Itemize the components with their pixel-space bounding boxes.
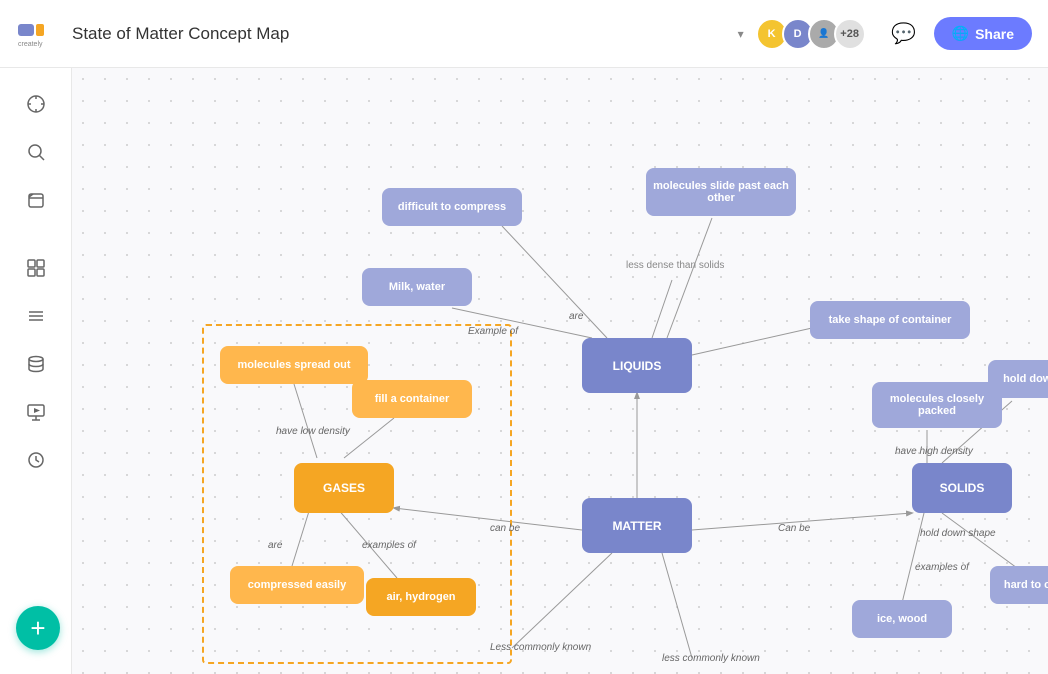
concept-map-canvas[interactable]: MATTER LIQUIDS GASES SOLIDS difficult to… xyxy=(72,68,1048,674)
sidebar-item-search[interactable] xyxy=(16,132,56,172)
sidebar-item-layers[interactable] xyxy=(16,296,56,336)
edge-label-high-density: have high density xyxy=(895,446,973,457)
node-air-hydrogen[interactable]: air, hydrogen xyxy=(366,578,476,616)
edge-label-less-dense: less dense than solids xyxy=(626,260,724,271)
node-difficult-compress[interactable]: difficult to compress xyxy=(382,188,522,226)
header: creately State of Matter Concept Map ▾ K… xyxy=(0,0,1048,68)
node-molecules-spread[interactable]: molecules spread out xyxy=(220,346,368,384)
chat-button[interactable]: 💬 xyxy=(886,16,922,52)
edge-label-example-of: Example of xyxy=(468,326,518,337)
edge-label-less-commonly-2: less commonly known xyxy=(662,653,760,664)
edge-label-can-be-right: Can be xyxy=(778,523,810,534)
edge-label-examples-of-2: examples of xyxy=(915,562,969,573)
sidebar xyxy=(0,68,72,674)
title-dropdown-arrow[interactable]: ▾ xyxy=(738,27,744,41)
sidebar-item-present[interactable] xyxy=(16,392,56,432)
edge-label-are-1: are xyxy=(569,311,583,322)
node-solids[interactable]: SOLIDS xyxy=(912,463,1012,513)
avatar-overflow-count: +28 xyxy=(834,18,866,50)
node-molecules-slide[interactable]: molecules slide past each other xyxy=(646,168,796,216)
edge-label-can-be-left: can be xyxy=(490,523,520,534)
share-label: Share xyxy=(975,26,1014,42)
edge-label-examples-of-1: examples of xyxy=(362,540,416,551)
sidebar-item-history[interactable] xyxy=(16,440,56,480)
node-fill-container[interactable]: fill a container xyxy=(352,380,472,418)
sidebar-item-navigate[interactable] xyxy=(16,84,56,124)
share-button[interactable]: 🌐 Share xyxy=(934,17,1032,50)
edge-label-low-density: have low density xyxy=(276,426,350,437)
collaborators-avatars: K D 👤 +28 xyxy=(756,18,866,50)
node-molecules-closely[interactable]: molecules closely packed xyxy=(872,382,1002,428)
node-gases[interactable]: GASES xyxy=(294,463,394,513)
edge-label-less-commonly-1: Less commonly known xyxy=(490,642,591,653)
node-ice-wood[interactable]: ice, wood xyxy=(852,600,952,638)
node-compressed-easily[interactable]: compressed easily xyxy=(230,566,364,604)
node-matter[interactable]: MATTER xyxy=(582,498,692,553)
document-title: State of Matter Concept Map xyxy=(72,24,722,44)
svg-text:creately: creately xyxy=(18,41,43,48)
sidebar-item-data[interactable] xyxy=(16,344,56,384)
creately-logo: creately xyxy=(16,16,60,52)
node-milk-water[interactable]: Milk, water xyxy=(362,268,472,306)
share-globe-icon: 🌐 xyxy=(952,25,969,42)
sidebar-item-files[interactable] xyxy=(16,180,56,220)
node-hard-compress[interactable]: hard to compress xyxy=(990,566,1048,604)
node-hold-shape-1[interactable]: hold down shape xyxy=(988,360,1048,398)
node-take-shape[interactable]: take shape of container xyxy=(810,301,970,339)
edge-label-hold-down-shape: hold down shape xyxy=(920,528,996,539)
add-element-button[interactable]: + xyxy=(16,606,60,650)
node-liquids[interactable]: LIQUIDS xyxy=(582,338,692,393)
edge-label-are-2: are xyxy=(268,540,282,551)
sidebar-item-shapes[interactable] xyxy=(16,248,56,288)
